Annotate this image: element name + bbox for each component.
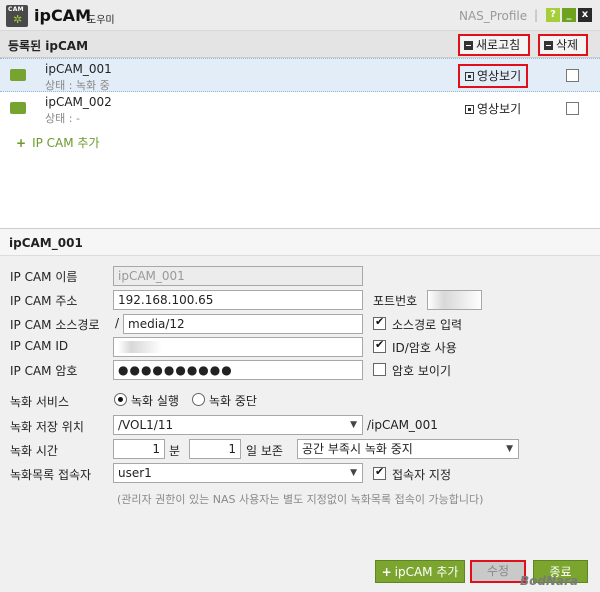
refresh-label: 새로고침	[476, 38, 521, 52]
camera-name-input[interactable]: ipCAM_001	[113, 266, 363, 286]
video-icon	[465, 105, 474, 114]
view-video-button[interactable]: 영상보기	[458, 97, 528, 121]
close-window-button[interactable]: x	[578, 8, 592, 22]
recording-list-accessor-label: 녹화목록 접속자	[10, 468, 92, 482]
camera-name: ipCAM_002	[45, 95, 112, 109]
refresh-button[interactable]: 새로고침	[458, 34, 530, 56]
use-id-password-label: ID/암호 사용	[392, 341, 457, 355]
view-video-label: 영상보기	[477, 69, 522, 83]
recording-location-value: /VOL1/11	[118, 418, 174, 432]
add-ipcam-link[interactable]: + IP CAM 추가	[16, 134, 100, 151]
delete-button[interactable]: 삭제	[538, 34, 588, 56]
accessor-select[interactable]: user1 ▼	[113, 463, 363, 483]
assign-accessor-checkbox[interactable]	[373, 465, 386, 480]
camera-id-label: IP CAM ID	[10, 339, 69, 353]
camera-status: 상태 : -	[45, 112, 80, 125]
retention-days-input[interactable]: 1	[189, 439, 241, 459]
camera-row[interactable]: ipCAM_002 상태 : - 영상보기	[0, 92, 600, 126]
camera-status: 상태 : 녹화 중	[45, 79, 110, 92]
camera-icon	[10, 102, 26, 114]
title-bar: CAM ✲ ipCAM 도우미 NAS_Profile | ? _ x	[0, 0, 600, 31]
video-icon	[465, 72, 474, 81]
app-icon-label: CAM	[8, 6, 24, 13]
source-path-prefix: /	[115, 316, 120, 330]
source-path-label: IP CAM 소스경로	[10, 318, 100, 332]
delete-icon	[544, 41, 553, 50]
source-path-input-label: 소스경로 입력	[392, 318, 463, 332]
plus-icon: +	[381, 565, 392, 579]
port-label: 포트번호	[373, 294, 418, 308]
masked-id	[118, 341, 162, 353]
detail-header: ipCAM_001	[0, 228, 600, 256]
source-path-input-checkbox[interactable]	[373, 315, 386, 330]
refresh-icon	[464, 41, 473, 50]
add-ipcam-button-label: ipCAM 추가	[394, 565, 459, 579]
add-ipcam-button[interactable]: + ipCAM 추가	[375, 560, 465, 583]
view-video-button[interactable]: 영상보기	[458, 64, 528, 88]
detail-title: ipCAM_001	[9, 236, 83, 250]
camera-name-label: IP CAM 이름	[10, 270, 78, 284]
port-input[interactable]	[427, 290, 482, 310]
plus-icon: +	[16, 136, 27, 150]
admin-access-note: (관리자 권한이 있는 NAS 사용자는 별도 지정없이 녹화목록 접속이 가능…	[117, 493, 484, 506]
title-separator: |	[534, 8, 539, 22]
camera-list-header: 등록된 ipCAM 새로고침 삭제	[0, 31, 600, 58]
retention-days-unit: 일 보존	[246, 444, 283, 458]
recording-stop-radio[interactable]	[192, 393, 205, 406]
chevron-down-icon: ▼	[350, 468, 357, 478]
chevron-down-icon: ▼	[350, 420, 357, 430]
nas-profile-label: NAS_Profile	[459, 9, 528, 23]
minimize-button[interactable]: _	[562, 8, 576, 22]
camera-id-input[interactable]	[113, 337, 363, 357]
show-password-checkbox[interactable]	[373, 363, 386, 376]
edit-button[interactable]: 수정	[470, 560, 526, 583]
accessor-value: user1	[118, 466, 152, 480]
camera-name: ipCAM_001	[45, 62, 112, 76]
recording-time-label: 녹화 시간	[10, 444, 58, 458]
camera-list-title: 등록된 ipCAM	[8, 39, 89, 53]
storage-full-policy-select[interactable]: 공간 부족시 녹화 중지 ▼	[297, 439, 519, 459]
recording-location-suffix: /ipCAM_001	[367, 418, 438, 432]
gear-icon: ✲	[13, 13, 23, 26]
recording-stop-label: 녹화 중단	[209, 394, 257, 408]
show-password-label: 암호 보이기	[392, 364, 452, 378]
recording-location-select[interactable]: /VOL1/11 ▼	[113, 415, 363, 435]
watermark: BodNara	[520, 574, 579, 588]
delete-label: 삭제	[556, 38, 579, 52]
camera-password-label: IP CAM 암호	[10, 364, 78, 378]
source-path-input[interactable]: media/12	[123, 314, 363, 334]
camera-address-label: IP CAM 주소	[10, 294, 78, 308]
recording-run-label: 녹화 실행	[131, 394, 179, 408]
app-subtitle: 도우미	[87, 15, 115, 26]
recording-service-label: 녹화 서비스	[10, 395, 70, 409]
chevron-down-icon: ▼	[506, 444, 513, 454]
add-ipcam-link-label: IP CAM 추가	[32, 136, 100, 150]
view-video-label: 영상보기	[477, 102, 522, 116]
recording-run-radio[interactable]	[114, 393, 127, 406]
camera-select-checkbox[interactable]	[566, 102, 579, 115]
storage-full-policy-value: 공간 부족시 녹화 중지	[302, 442, 413, 456]
use-id-password-checkbox[interactable]	[373, 338, 386, 353]
assign-accessor-label: 접속자 지정	[392, 468, 452, 482]
camera-address-input[interactable]: 192.168.100.65	[113, 290, 363, 310]
camera-select-checkbox[interactable]	[566, 69, 579, 82]
app-icon: CAM ✲	[6, 5, 28, 27]
camera-list: ipCAM_001 상태 : 녹화 중 영상보기 ipCAM_002 상태 : …	[0, 58, 600, 228]
recording-location-label: 녹화 저장 위치	[10, 420, 84, 434]
camera-icon	[10, 69, 26, 81]
minutes-unit: 분	[169, 444, 181, 458]
camera-password-input[interactable]: ●●●●●●●●●●	[113, 360, 363, 380]
camera-row[interactable]: ipCAM_001 상태 : 녹화 중 영상보기	[0, 58, 600, 92]
app-title: ipCAM	[34, 6, 91, 25]
help-button[interactable]: ?	[546, 8, 560, 22]
recording-minutes-input[interactable]: 1	[113, 439, 165, 459]
